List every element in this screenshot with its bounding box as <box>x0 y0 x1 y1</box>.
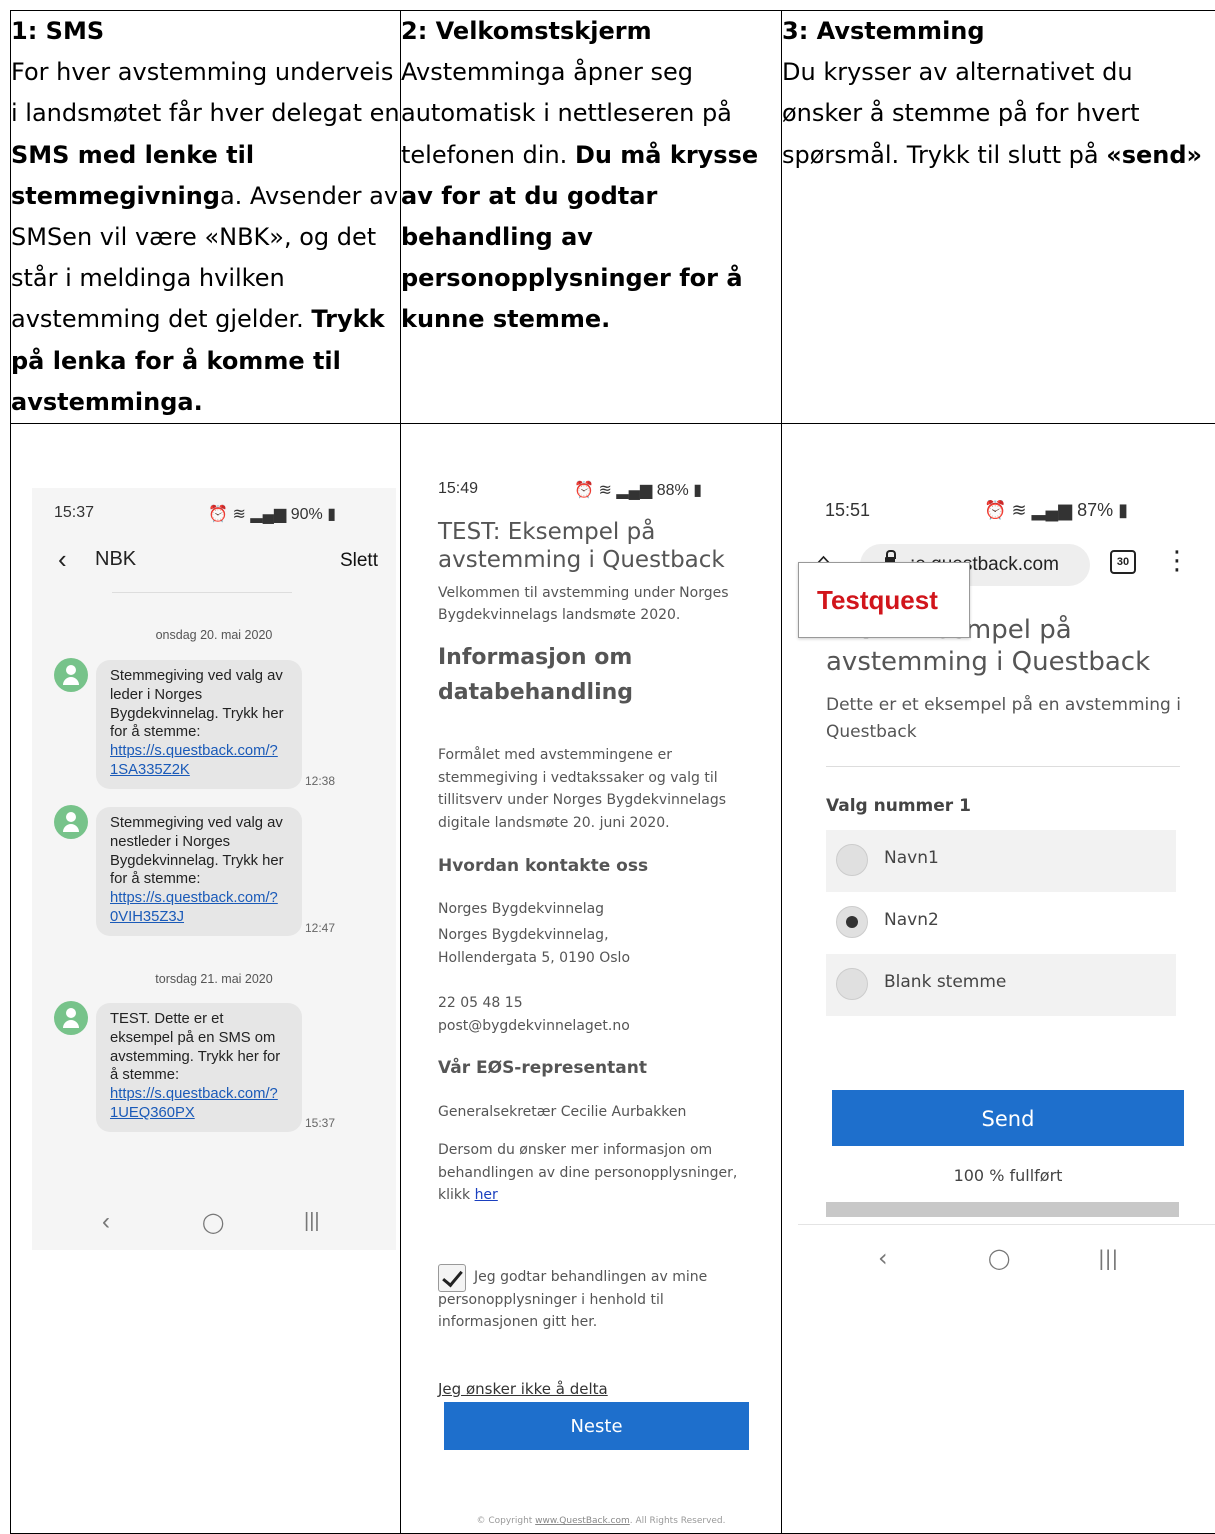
radio-button[interactable] <box>836 844 868 876</box>
more-info-link[interactable]: her <box>475 1187 498 1203</box>
send-button[interactable]: Send <box>832 1090 1184 1146</box>
radio-button-selected[interactable] <box>836 906 868 938</box>
question-label: Valg nummer 1 <box>826 796 971 816</box>
status-battery: ⏰ ≋ ▂▄▆ 88% ▮ <box>574 480 702 500</box>
testquest-logo: Testquest <box>798 562 970 638</box>
representative-heading: Vår EØS-representant <box>438 1058 647 1078</box>
message-bubble: TEST. Dette er et eksempel på en SMS om … <box>96 1003 302 1132</box>
status-time: 15:49 <box>438 480 478 498</box>
message-time: 12:47 <box>305 921 335 935</box>
status-battery: ⏰ ≋ ▂▄▆ 90% ▮ <box>208 504 336 524</box>
progress-fill <box>826 1202 1179 1217</box>
nav-back-icon[interactable]: ‹ <box>878 1244 888 1272</box>
date-separator: torsdag 21. mai 2020 <box>32 972 396 986</box>
message-bubble: Stemmegiving ved valg av nestleder i Nor… <box>96 807 302 936</box>
option-blank[interactable]: Blank stemme <box>826 954 1176 1016</box>
vote-screenshot-cell: 15:51 ⏰ ≋ ▂▄▆ 87% ▮ ⌂ :e.questback.com 3… <box>782 424 1215 1534</box>
instruction-table: 1: SMS For hver avstemming underveis i la… <box>10 10 1215 1534</box>
vote-phone-screen: 15:51 ⏰ ≋ ▂▄▆ 87% ▮ ⌂ :e.questback.com 3… <box>798 478 1215 1328</box>
section-heading: Informasjon om databehandling <box>438 640 768 710</box>
address-line-1: Norges Bygdekvinnelag, <box>438 924 758 947</box>
divider <box>826 766 1180 767</box>
welcome-intro: Velkommen til avstemming under Norges By… <box>438 582 768 626</box>
message-link[interactable]: https://s.questback.com/?1UEQ360PX <box>110 1086 278 1121</box>
column-2-heading: 2: Velkomstskjerm <box>401 17 652 45</box>
option-label: Navn2 <box>884 910 939 930</box>
kebab-menu-icon[interactable]: ⋮ <box>1164 546 1190 576</box>
phone-number: 22 05 48 15 <box>438 992 758 1015</box>
tab-count-button[interactable]: 30 <box>1110 550 1136 574</box>
next-button[interactable]: Neste <box>444 1402 749 1450</box>
email-address: post@bygdekvinnelaget.no <box>438 1015 758 1038</box>
option-navn1[interactable]: Navn1 <box>826 830 1176 892</box>
divider <box>798 1224 1215 1225</box>
nav-recent-icon[interactable]: ||| <box>304 1210 320 1233</box>
column-1-text: For hver avstemming underveis i landsmøt… <box>11 58 400 416</box>
survey-title: TEST: Eksempel på avstemming i Questback <box>438 518 768 574</box>
instruction-sheet: 1: SMS For hver avstemming underveis i la… <box>0 0 1215 1532</box>
message-bubble: Stemmegiving ved valg av leder i Norges … <box>96 660 302 789</box>
column-1-heading: 1: SMS <box>11 17 104 45</box>
status-time: 15:51 <box>825 500 870 521</box>
copyright: © Copyright www.QuestBack.com. All Right… <box>420 1516 781 1526</box>
radio-button[interactable] <box>836 968 868 1000</box>
status-battery: ⏰ ≋ ▂▄▆ 87% ▮ <box>984 500 1128 521</box>
purpose-text: Formålet med avstemmingene er stemmegivi… <box>438 744 758 834</box>
contact-heading: Hvordan kontakte oss <box>438 856 648 876</box>
column-3-text: Du krysser av alternativet du ønsker å s… <box>782 58 1202 168</box>
welcome-screenshot-cell: 15:49 ⏰ ≋ ▂▄▆ 88% ▮ TEST: Eksempel på av… <box>401 424 782 1534</box>
progress-label: 100 % fullført <box>798 1166 1215 1185</box>
avatar <box>54 1001 88 1035</box>
sms-screenshot-cell: 15:37 ⏰ ≋ ▂▄▆ 90% ▮ ‹ NBK Slett onsdag 2… <box>11 424 401 1534</box>
decline-link[interactable]: Jeg ønsker ikke å delta <box>438 1380 608 1398</box>
sms-phone-screen: 15:37 ⏰ ≋ ▂▄▆ 90% ▮ ‹ NBK Slett onsdag 2… <box>32 488 396 1250</box>
option-label: Blank stemme <box>884 972 1006 992</box>
org-name: Norges Bygdekvinnelag <box>438 898 758 921</box>
nav-home-icon[interactable]: ◯ <box>988 1246 1010 1270</box>
nav-home-icon[interactable]: ◯ <box>202 1210 224 1235</box>
column-1-description: 1: SMS For hver avstemming underveis i la… <box>11 11 401 424</box>
avatar <box>54 658 88 692</box>
avatar <box>54 805 88 839</box>
message-time: 15:37 <box>305 1116 335 1130</box>
message-link[interactable]: https://s.questback.com/?1SA335Z2K <box>110 743 278 778</box>
progress-bar <box>826 1202 1179 1217</box>
date-separator: onsdag 20. mai 2020 <box>32 628 396 642</box>
column-3-heading: 3: Avstemming <box>782 17 985 45</box>
column-2-text: Avstemminga åpner seg automatisk i nettl… <box>401 58 758 333</box>
representative-name: Generalsekretær Cecilie Aurbakken <box>438 1101 758 1124</box>
divider <box>112 592 292 593</box>
column-2-description: 2: Velkomstskjerm Avstemminga åpner seg a… <box>401 11 782 424</box>
more-info-text: Dersom du ønsker mer informasjon om beha… <box>438 1139 758 1207</box>
message-time: 12:38 <box>305 774 335 788</box>
copyright-link[interactable]: www.QuestBack.com <box>535 1516 630 1526</box>
nav-recent-icon[interactable]: ||| <box>1098 1246 1118 1270</box>
option-navn2[interactable]: Navn2 <box>826 892 1176 954</box>
chevron-left-icon[interactable]: ‹ <box>58 544 67 575</box>
contact-name: NBK <box>95 548 136 571</box>
delete-button[interactable]: Slett <box>340 550 378 572</box>
option-label: Navn1 <box>884 848 939 868</box>
column-3-description: 3: Avstemming Du krysser av alternativet … <box>782 11 1215 424</box>
status-time: 15:37 <box>54 504 94 522</box>
welcome-phone-screen: 15:49 ⏰ ≋ ▂▄▆ 88% ▮ TEST: Eksempel på av… <box>420 476 781 1533</box>
message-link[interactable]: https://s.questback.com/?0VIH35Z3J <box>110 890 278 925</box>
consent-label: Jeg godtar behandlingen av mine personop… <box>438 1266 758 1334</box>
nav-back-icon[interactable]: ‹ <box>102 1208 110 1236</box>
survey-description: Dette er et eksempel på en avstemming i … <box>826 692 1196 746</box>
address-line-2: Hollendergata 5, 0190 Oslo <box>438 947 758 970</box>
